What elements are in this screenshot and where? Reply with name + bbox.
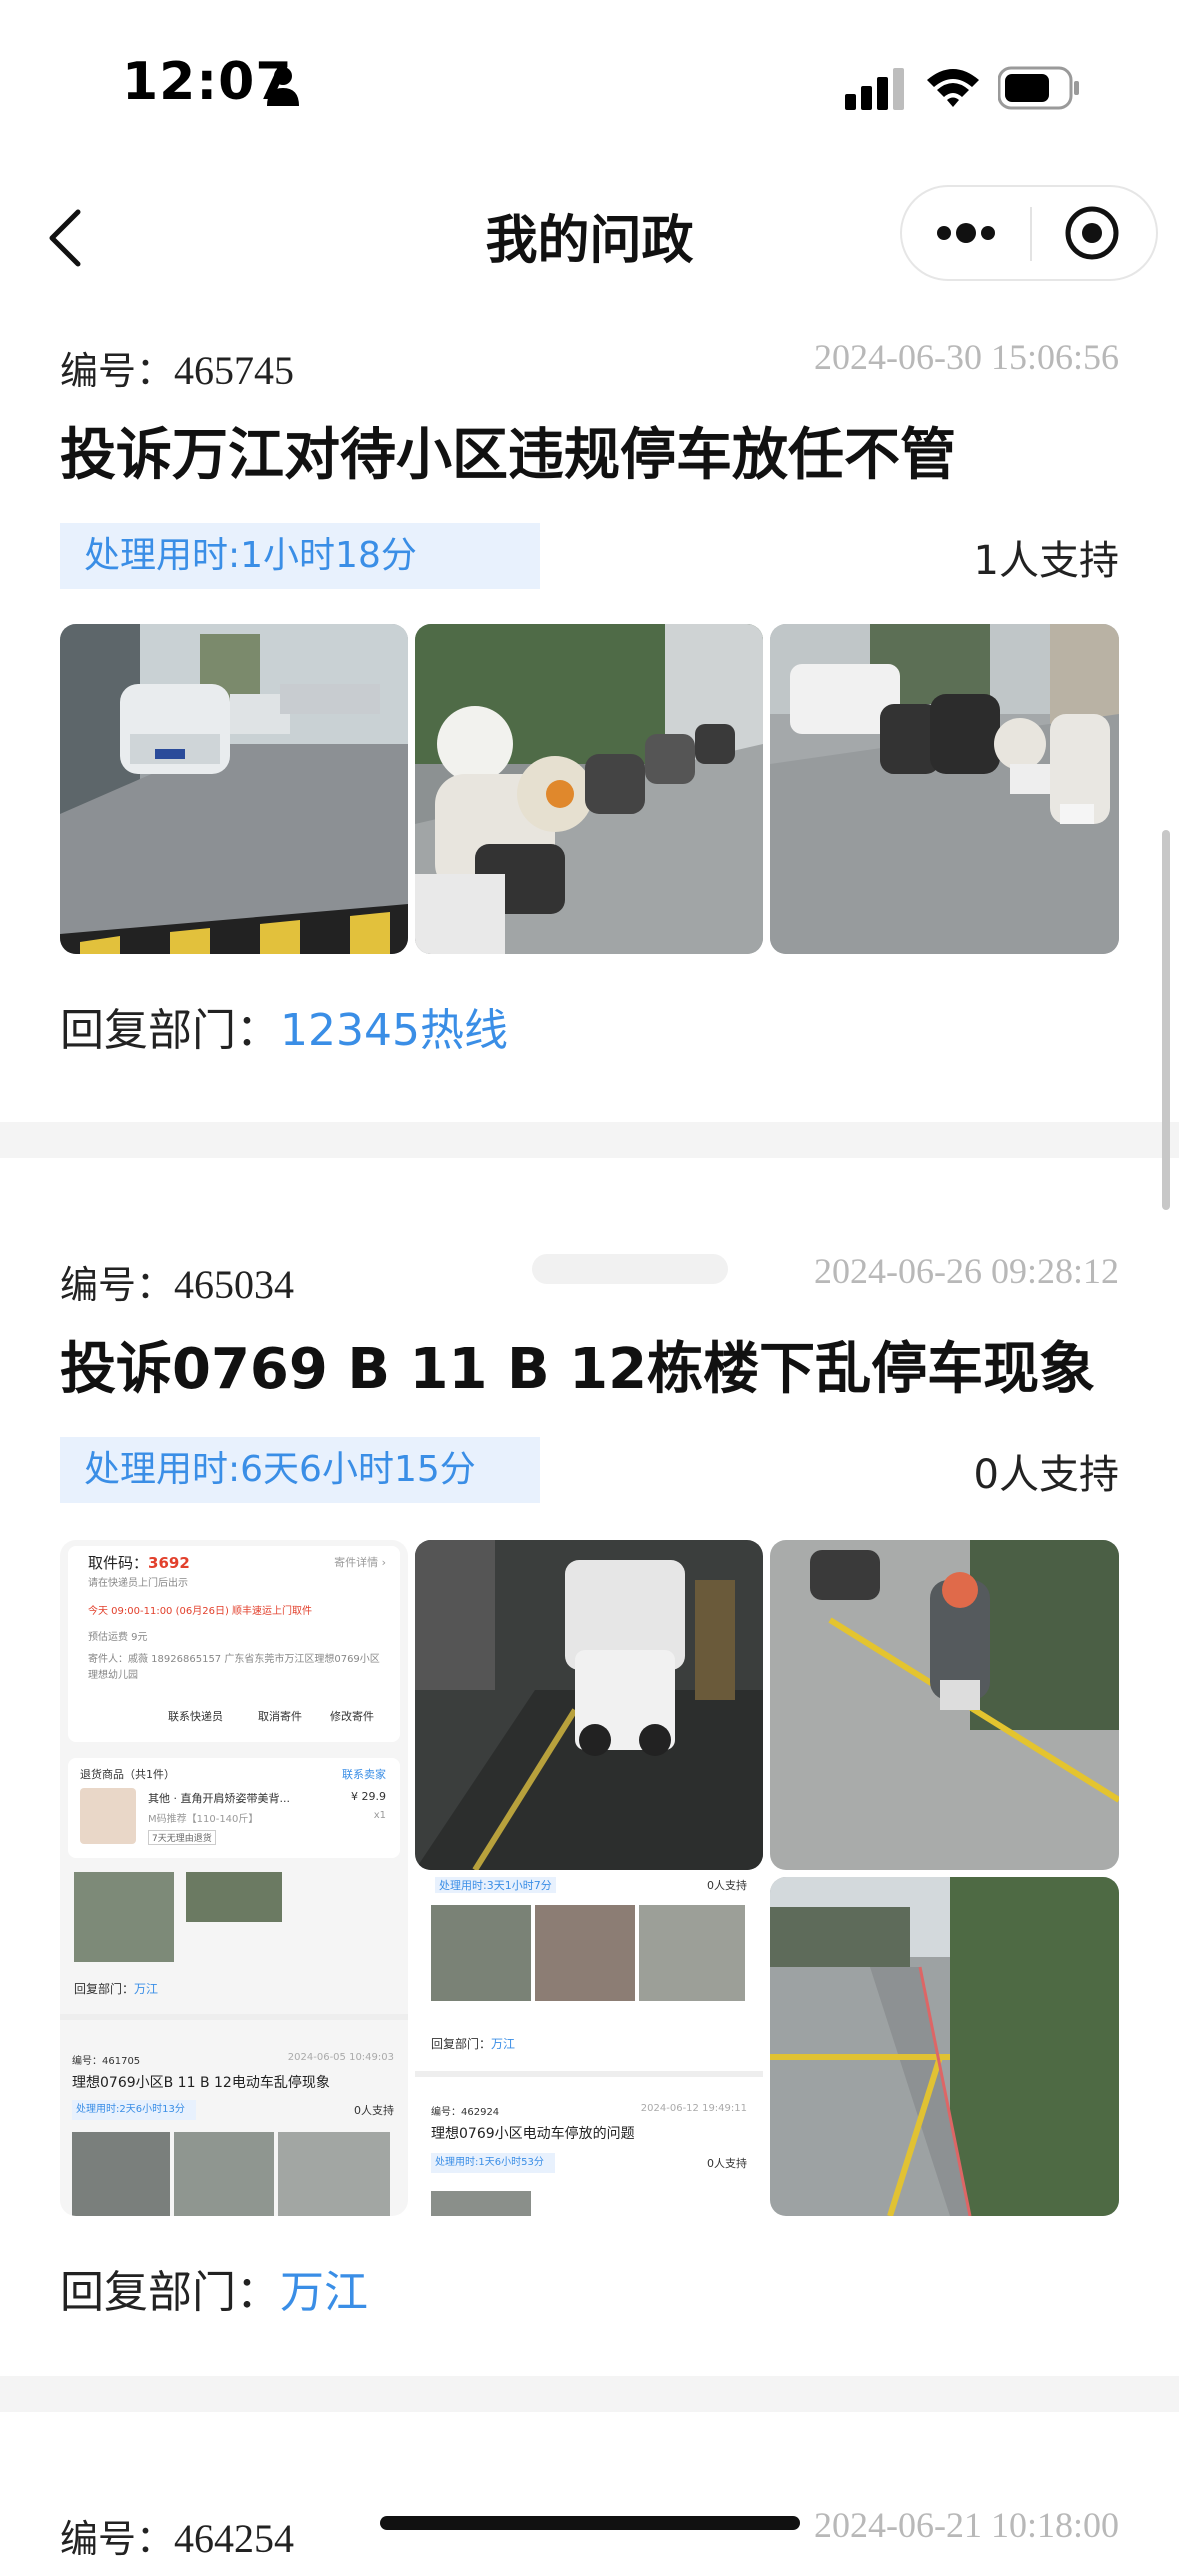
- card-id: 编号：465034: [60, 1254, 294, 1309]
- id-value: 465745: [174, 348, 295, 393]
- scrollbar[interactable]: [1162, 830, 1170, 1210]
- support-count: 0人支持: [973, 1452, 1119, 1498]
- reply-department: 回复部门：12345热线: [60, 994, 508, 1058]
- card-date: 2024-06-30 15:06:56: [814, 337, 1119, 377]
- more-button[interactable]: [902, 187, 1030, 279]
- mini-time: 处理用时:2天6小时13分: [72, 2100, 196, 2120]
- wifi-icon: [927, 69, 979, 107]
- mini-id: 编号：461705: [72, 2056, 141, 2067]
- mini-date: 2024-06-12 19:49:11: [640, 2103, 747, 2114]
- photo-thumbnail[interactable]: [770, 1877, 1119, 2216]
- return-note: 7天无理由退货: [148, 1830, 216, 1845]
- mini-photo: [186, 1872, 282, 1922]
- photo-grid: 取件码：3692 寄件详情 › 请在快递员上门后出示 今天 09:00-11:0…: [60, 1540, 1119, 2216]
- more-dots-icon: [937, 223, 995, 243]
- mini-reply-dept: 万江: [134, 1982, 159, 1996]
- product-name: 其他 · 直角开肩矫姿带美背...: [148, 1792, 290, 1805]
- photo-thumbnail[interactable]: [415, 1540, 763, 1870]
- return-goods: 退货商品（共1件）: [80, 1768, 175, 1781]
- contact-seller: 联系卖家: [342, 1768, 386, 1781]
- screenshot-thumbnail[interactable]: 取件码：3692 寄件详情 › 请在快递员上门后出示 今天 09:00-11:0…: [60, 1540, 408, 2216]
- pickup-code: 3692: [148, 1554, 190, 1572]
- complaint-card[interactable]: 编号：465034 2024-06-26 09:28:12 投诉0769 B 1…: [0, 1232, 1179, 2332]
- card-date: 2024-06-21 10:18:00: [814, 2505, 1119, 2545]
- pickup-code-label: 取件码：: [88, 1554, 149, 1572]
- mini-photo: [278, 2132, 390, 2216]
- mini-date: 2024-06-05 10:49:03: [287, 2052, 394, 2063]
- order-detail-link: 寄件详情 ›: [334, 1556, 386, 1569]
- courier-note: 请在快递员上门后出示: [88, 1578, 188, 1589]
- mini-support: 0人支持: [707, 2157, 747, 2170]
- photo-thumbnail[interactable]: [415, 624, 763, 954]
- mini-photo: [639, 1905, 745, 2001]
- nav-bar: 我的问政: [0, 150, 1179, 310]
- card-date: 2024-06-26 09:28:12: [814, 1251, 1119, 1291]
- person-icon: [267, 67, 299, 106]
- id-label: 编号：: [60, 2517, 175, 2561]
- home-indicator[interactable]: [380, 2516, 800, 2530]
- photo-thumbnail[interactable]: [60, 624, 408, 954]
- processing-time-badge: 处理用时:6天6小时15分: [60, 1437, 540, 1503]
- product-qty: x1: [373, 1810, 386, 1821]
- mini-program-capsule: [900, 185, 1158, 281]
- reply-dept-link[interactable]: 万江: [280, 2267, 368, 2318]
- product-image: [80, 1788, 136, 1844]
- mini-reply-label: 回复部门：: [431, 2037, 492, 2051]
- mini-photo: [74, 1872, 174, 1962]
- mini-support: 0人支持: [354, 2104, 394, 2117]
- close-mini-program-button[interactable]: [1032, 187, 1156, 279]
- mini-separator: [60, 2014, 408, 2020]
- card-title: 投诉万江对待小区违规停车放任不管: [60, 423, 956, 488]
- reply-dept-link[interactable]: 12345热线: [280, 1005, 508, 1056]
- processing-time-badge: 处理用时:1小时18分: [60, 523, 540, 589]
- mini-photo: [535, 1905, 635, 2001]
- photo-thumbnail[interactable]: [770, 624, 1119, 954]
- mini-photo: [431, 2191, 531, 2216]
- product-spec: M码推荐【110-140斤】: [148, 1814, 259, 1825]
- mini-photo: [72, 2132, 170, 2216]
- sender-info: 寄件人：戚薇 18926865157 广东省东莞市万江区理想0769小区理想幼儿…: [88, 1654, 380, 1681]
- mini-id: 编号：462924: [431, 2107, 500, 2118]
- id-label: 编号：: [60, 1263, 175, 1307]
- card-title: 投诉0769 B 11 B 12栋楼下乱停车现象: [60, 1337, 1096, 1402]
- mini-time: 处理用时:3天1小时7分: [435, 1877, 556, 1893]
- support-count: 1人支持: [973, 538, 1119, 584]
- mini-photo: [431, 1905, 531, 2001]
- mini-support: 0人支持: [707, 1879, 747, 1892]
- product-price: ¥ 29.9: [351, 1790, 386, 1803]
- reply-label: 回复部门：: [60, 1005, 280, 1056]
- cancel-shipment: 取消寄件: [258, 1710, 302, 1723]
- mini-separator: [415, 2071, 763, 2077]
- id-value: 464254: [174, 2516, 295, 2561]
- mini-reply-dept: 万江: [491, 2037, 516, 2051]
- signal-icon: [845, 68, 904, 110]
- mini-title: 理想0769小区B 11 B 12电动车乱停现象: [72, 2075, 330, 2091]
- mini-photo: [174, 2132, 274, 2216]
- contact-courier: 联系快递员: [168, 1710, 223, 1723]
- id-value: 465034: [174, 1262, 295, 1307]
- modify-shipment: 修改寄件: [330, 1710, 374, 1723]
- pickup-time: 今天 09:00-11:00 (06月26日) 顺丰速运上门取件: [88, 1606, 313, 1617]
- reply-label: 回复部门：: [60, 2267, 280, 2318]
- card-separator: [0, 1122, 1179, 1158]
- mini-reply-label: 回复部门：: [74, 1982, 135, 1996]
- battery-icon: [998, 66, 1079, 110]
- mini-time: 处理用时:1天6小时53分: [431, 2153, 555, 2173]
- watermark-badge: [532, 1254, 728, 1284]
- fee: 预估运费 9元: [88, 1632, 148, 1643]
- card-separator: [0, 2376, 1179, 2412]
- screenshot-thumbnail[interactable]: 处理用时:3天1小时7分 0人支持 回复部门：万江 编号：462924 2024…: [415, 1877, 763, 2216]
- id-label: 编号：: [60, 349, 175, 393]
- photo-grid: [60, 624, 1119, 954]
- reply-department: 回复部门：万江: [60, 2256, 368, 2320]
- target-icon: [1065, 206, 1119, 260]
- card-id: 编号：464254: [60, 2508, 294, 2563]
- photo-thumbnail[interactable]: [770, 1540, 1119, 1870]
- mini-title: 理想0769小区电动车停放的问题: [431, 2126, 635, 2142]
- card-id: 编号：465745: [60, 340, 294, 395]
- status-bar: 12:07: [0, 0, 1179, 150]
- complaint-card[interactable]: 编号：465745 2024-06-30 15:06:56 投诉万江对待小区违规…: [0, 318, 1179, 1118]
